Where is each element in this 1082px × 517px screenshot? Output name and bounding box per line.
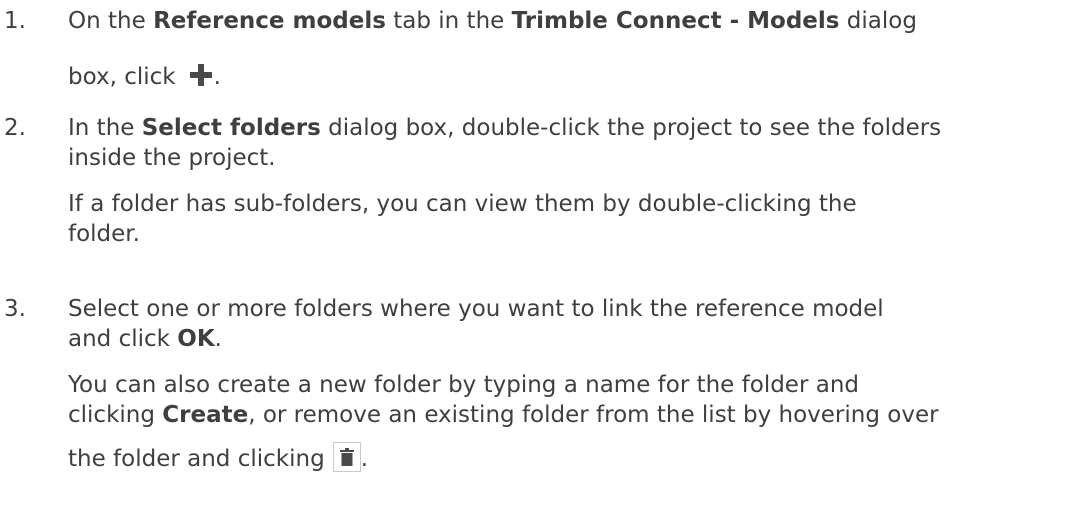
step-note-line: clicking Create, or remove an existing f… (68, 400, 1078, 430)
step-text: In the Select folders dialog box, double… (68, 113, 1078, 249)
step-line: and click OK. (68, 324, 1078, 354)
text: . (360, 446, 368, 472)
plus-icon (189, 64, 212, 86)
step-line: box, click. (68, 62, 1078, 92)
step-number: 2. (4, 115, 26, 141)
step-text: On the Reference models tab in the Trimb… (68, 6, 1078, 92)
step-note-line: You can also create a new folder by typi… (68, 372, 859, 398)
ui-term-ok: OK (177, 326, 215, 352)
ui-term-select-folders: Select folders (141, 115, 321, 141)
text: On the (68, 8, 154, 34)
step-note-line: folder. (68, 221, 140, 247)
text: , or remove an existing folder from the … (248, 402, 939, 428)
instruction-document: 1. On the Reference models tab in the Tr… (0, 0, 1082, 517)
step-line: Select one or more folders where you wan… (68, 296, 884, 322)
step-line: In the Select folders dialog box, double… (68, 113, 1078, 143)
step-line: On the Reference models tab in the Trimb… (68, 6, 1078, 36)
text: . (214, 326, 222, 352)
text: box, click (68, 64, 176, 90)
step-text: Select one or more folders where you wan… (68, 294, 1078, 474)
ui-term-reference-models: Reference models (153, 8, 386, 34)
ui-term-create: Create (162, 402, 249, 428)
text: dialog box, double-click the project to … (320, 115, 942, 141)
text: tab in the (385, 8, 512, 34)
step-number: 1. (4, 8, 26, 34)
step-note-line: If a folder has sub-folders, you can vie… (68, 191, 857, 217)
step-number: 3. (4, 296, 26, 322)
trash-icon (332, 442, 361, 472)
text: clicking (68, 402, 163, 428)
text: . (213, 64, 221, 90)
text: and click (68, 326, 178, 352)
ui-term-trimble-connect-models: Trimble Connect - Models (511, 8, 840, 34)
step-note-line: the folder and clicking. (68, 442, 1078, 474)
text: the folder and clicking (68, 446, 325, 472)
step-line: inside the project. (68, 145, 276, 171)
text: In the (68, 115, 142, 141)
text: dialog (839, 8, 917, 34)
